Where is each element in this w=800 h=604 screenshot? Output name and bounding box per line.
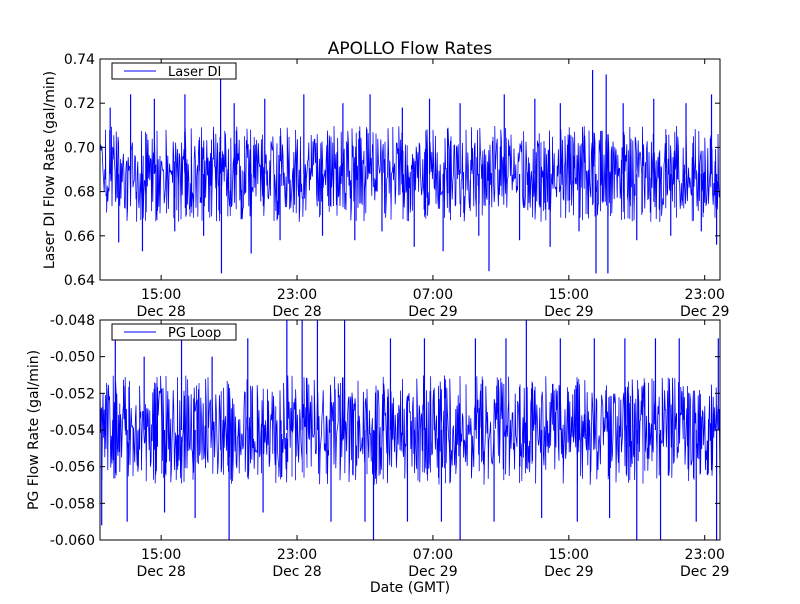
y-tick-label: 0.68 bbox=[64, 185, 95, 201]
x-tick-label-date: Dec 28 bbox=[136, 304, 185, 320]
x-tick-label-date: Dec 29 bbox=[680, 304, 729, 320]
legend: Laser DI bbox=[111, 62, 237, 80]
y-tick-label: -0.056 bbox=[50, 460, 95, 476]
y-tick-label: 0.72 bbox=[64, 96, 95, 112]
legend: PG Loop bbox=[111, 323, 237, 341]
x-tick-label-date: Dec 29 bbox=[408, 564, 457, 580]
y-tick-label: -0.058 bbox=[50, 496, 95, 512]
x-tick-label-time: 15:00 bbox=[141, 287, 181, 303]
series-group bbox=[100, 320, 720, 540]
y-tick-label: -0.050 bbox=[50, 350, 95, 366]
x-tick-label-date: Dec 29 bbox=[408, 304, 457, 320]
x-tick-label-time: 15:00 bbox=[141, 547, 181, 563]
chart-title: APOLLO Flow Rates bbox=[328, 39, 493, 59]
bottom-axes: -0.060 -0.058 -0.056 -0.054 -0.052 -0.050 -0.0… bbox=[50, 313, 730, 580]
series-line bbox=[100, 125, 720, 223]
series-group bbox=[100, 70, 720, 274]
x-tick-label-time: 23:00 bbox=[685, 547, 725, 563]
series-line bbox=[100, 375, 720, 485]
x-tick-label-date: Dec 28 bbox=[272, 564, 321, 580]
y-tick-label: -0.060 bbox=[50, 533, 95, 549]
y-tick-label: 0.74 bbox=[64, 52, 95, 68]
y-tick-label: 0.70 bbox=[64, 140, 95, 156]
y-tick-label: -0.048 bbox=[50, 313, 95, 329]
legend-label: Laser DI bbox=[168, 65, 221, 80]
y-tick-label: -0.052 bbox=[50, 386, 95, 402]
x-tick-label-date: Dec 29 bbox=[544, 564, 593, 580]
y-tick-label: 0.64 bbox=[64, 273, 95, 289]
legend-label: PG Loop bbox=[168, 326, 221, 341]
y-tick-label: 0.66 bbox=[64, 229, 95, 245]
figure: APOLLO Flow Rates 0.64 0.66 0.68 0.70 0.72 0.… bbox=[0, 0, 800, 600]
x-tick-label-time: 07:00 bbox=[413, 287, 453, 303]
x-tick-label-date: Dec 28 bbox=[272, 304, 321, 320]
x-tick-label-time: 15:00 bbox=[549, 287, 589, 303]
top-y-axis-label: Laser DI Flow Rate (gal/min) bbox=[42, 71, 58, 269]
x-axis-label: Date (GMT) bbox=[370, 580, 450, 596]
x-tick-label-time: 23:00 bbox=[277, 287, 317, 303]
x-tick-label-date: Dec 29 bbox=[680, 564, 729, 580]
x-tick-label-time: 07:00 bbox=[413, 547, 453, 563]
x-tick-label-time: 15:00 bbox=[549, 547, 589, 563]
x-tick-label-time: 23:00 bbox=[685, 287, 725, 303]
x-tick-label-time: 23:00 bbox=[277, 547, 317, 563]
chart-canvas: APOLLO Flow Rates 0.64 0.66 0.68 0.70 0.72 0.… bbox=[26, 39, 730, 596]
x-tick-label-date: Dec 29 bbox=[544, 304, 593, 320]
top-axes: 0.640.660.680.700.720.7415:00Dec 2823:00… bbox=[64, 52, 730, 320]
x-tick-label-date: Dec 28 bbox=[136, 564, 185, 580]
bottom-y-axis-label: PG Flow Rate (gal/min) bbox=[26, 350, 42, 510]
y-tick-label: -0.054 bbox=[50, 423, 95, 439]
